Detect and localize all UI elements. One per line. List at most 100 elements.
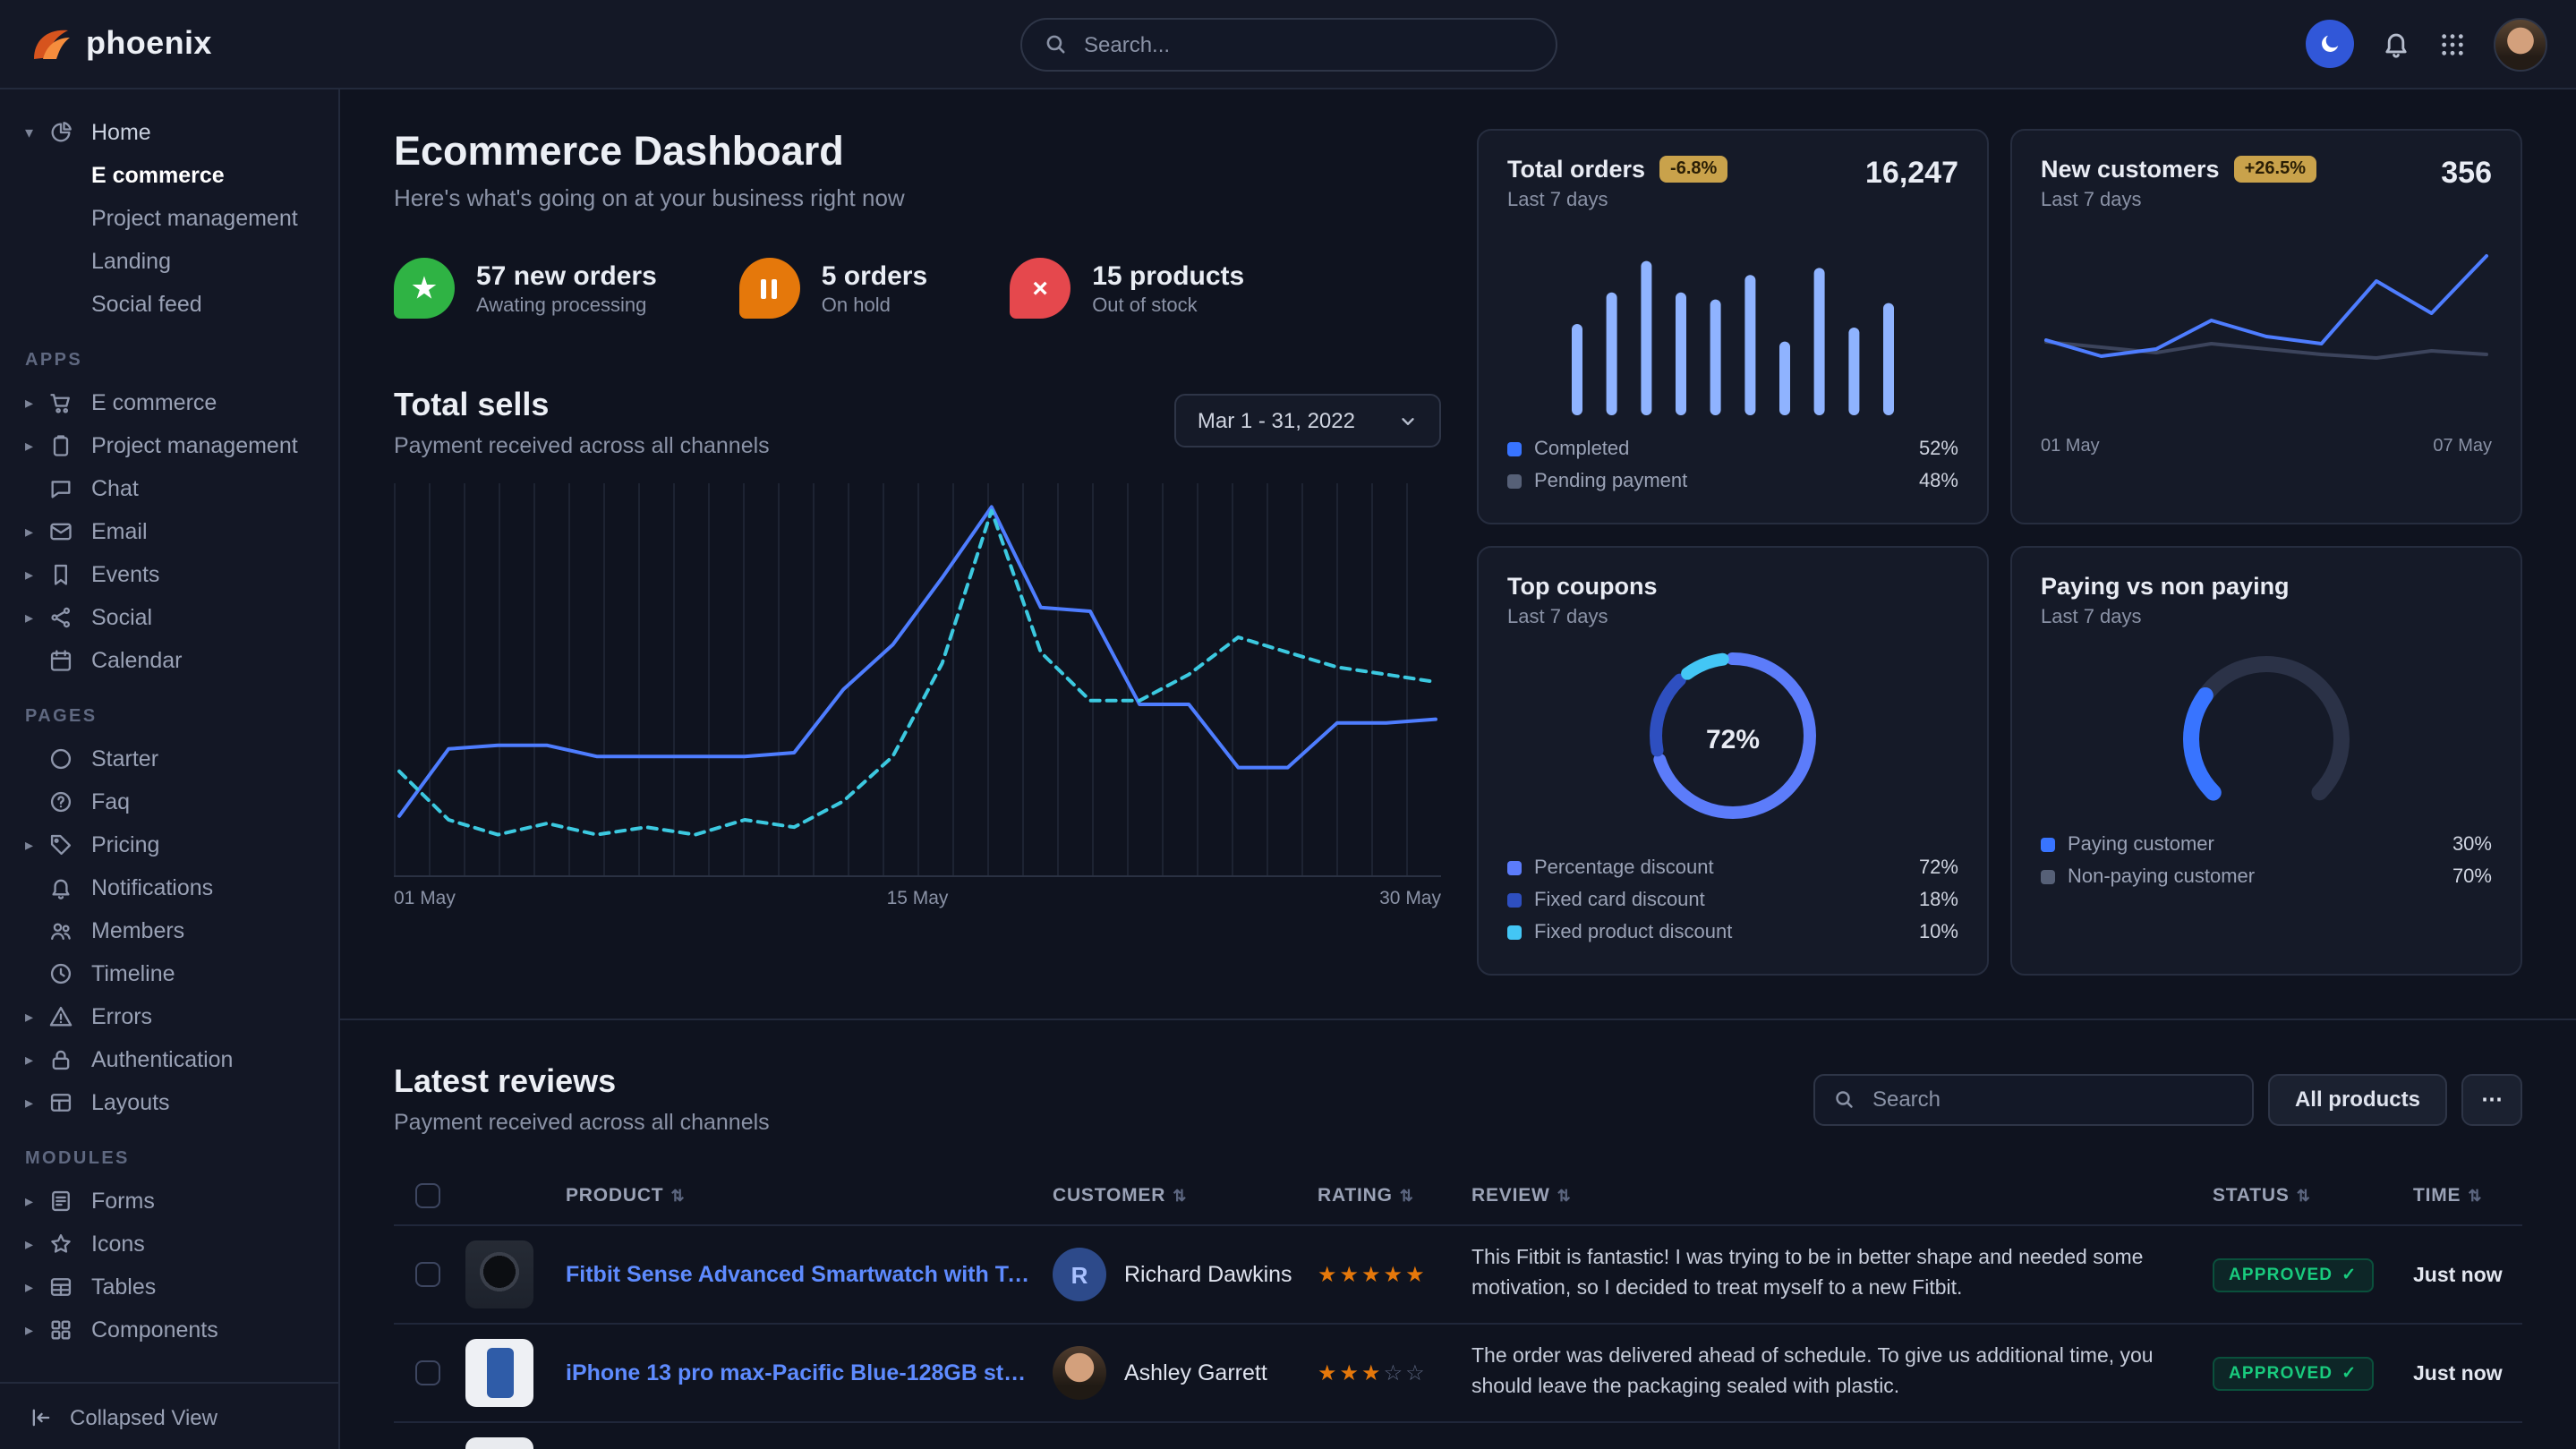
column-header-review[interactable]: REVIEW⇅ <box>1461 1167 2202 1225</box>
status-badge: APPROVED✓ <box>2213 1357 2373 1391</box>
row-checkbox-2[interactable] <box>415 1360 440 1385</box>
chat-icon <box>47 474 75 503</box>
top-coupons-legend-item: Fixed card discount18% <box>1507 884 1958 916</box>
cart-icon <box>47 388 75 417</box>
sidebar-item-project-management[interactable]: ▸Project management <box>0 424 338 467</box>
sidebar-subitem-label: Landing <box>91 249 171 274</box>
sidebar-item-icons[interactable]: ▸Icons <box>0 1223 338 1266</box>
legend-swatch <box>1507 861 1522 875</box>
sidebar-item-notifications[interactable]: Notifications <box>0 866 338 909</box>
reviews-search-input[interactable] <box>1869 1085 2234 1113</box>
product-image-cell <box>455 1225 555 1324</box>
moon-icon <box>2318 32 2341 55</box>
all-products-button[interactable]: All products <box>2268 1073 2447 1125</box>
sidebar-item-layouts[interactable]: ▸Layouts <box>0 1081 338 1124</box>
stat-text: 15 productsOut of stock <box>1092 260 1244 316</box>
caret-right-icon: ▸ <box>25 1234 47 1254</box>
column-header-time[interactable]: TIME⇅ <box>2402 1167 2522 1225</box>
sidebar-item-components[interactable]: ▸ Components <box>0 1308 338 1351</box>
notifications-button[interactable] <box>2381 29 2411 59</box>
sidebar-subitem-project-management[interactable]: Project management <box>0 197 338 240</box>
caret-right-icon: ▸ <box>25 1320 47 1340</box>
status-badge: APPROVED✓ <box>2213 1258 2373 1292</box>
legend-value: 48% <box>1919 471 1958 492</box>
topbar-actions <box>2306 17 2547 71</box>
sidebar-item-tables[interactable]: ▸Tables <box>0 1266 338 1308</box>
search-input[interactable] <box>1080 30 1533 58</box>
product-link[interactable]: Fitbit Sense Advanced Smartwatch with To… <box>566 1262 1031 1287</box>
global-search[interactable] <box>1019 17 1557 71</box>
sidebar-item-email[interactable]: ▸Email <box>0 510 338 553</box>
sidebar-item-timeline[interactable]: Timeline <box>0 952 338 995</box>
sidebar-subitem-label: Social feed <box>91 292 202 317</box>
total-orders-period: Last 7 days <box>1507 190 1727 211</box>
sidebar-subitem-landing[interactable]: Landing <box>0 240 338 283</box>
search-icon <box>1043 32 1066 55</box>
brand-name: phoenix <box>86 25 212 63</box>
time-cell: Just now <box>2402 1225 2522 1324</box>
user-avatar[interactable] <box>2494 17 2547 71</box>
sidebar-item-members[interactable]: Members <box>0 909 338 952</box>
page-title: Ecommerce Dashboard <box>394 129 1441 175</box>
select-all-cell <box>394 1167 455 1225</box>
star-rating: ★★★★★ <box>1318 1262 1428 1287</box>
topbar: phoenix <box>0 0 2576 89</box>
review-cell <box>1461 1422 2202 1449</box>
sidebar-item-home[interactable]: ▾Home <box>0 111 338 154</box>
sidebar-item-events[interactable]: ▸Events <box>0 553 338 596</box>
date-range-select[interactable]: Mar 1 - 31, 2022 <box>1174 394 1441 447</box>
sidebar-subitem-social-feed[interactable]: Social feed <box>0 283 338 326</box>
sidebar-item-errors[interactable]: ▸Errors <box>0 995 338 1038</box>
sidebar-item-pricing[interactable]: ▸Pricing <box>0 823 338 866</box>
time-cell: Just now <box>2402 1324 2522 1422</box>
sidebar-item-chat[interactable]: Chat <box>0 467 338 510</box>
collapsed-view-toggle[interactable]: Collapsed View <box>0 1382 338 1449</box>
sidebar-item-authentication[interactable]: ▸Authentication <box>0 1038 338 1081</box>
bell-icon <box>47 874 75 902</box>
reviews-search[interactable] <box>1813 1073 2254 1125</box>
sidebar-item-starter[interactable]: Starter <box>0 737 338 780</box>
dashboard-top: Ecommerce Dashboard Here's what's going … <box>340 89 2576 1019</box>
new-customers-x-axis: 01 May07 May <box>2041 437 2492 456</box>
share-icon <box>47 603 75 632</box>
select-all-checkbox[interactable] <box>415 1183 440 1208</box>
stars-filled: ★★★★★ <box>1318 1262 1428 1287</box>
total-orders-value: 16,247 <box>1865 156 1958 192</box>
more-options-button[interactable]: ⋯ <box>2461 1073 2522 1125</box>
customer-cell: RRichard Dawkins <box>1042 1225 1307 1324</box>
column-header-status[interactable]: STATUS⇅ <box>2202 1167 2402 1225</box>
column-label: TIME <box>2413 1185 2461 1206</box>
total-orders-change-badge: -6.8% <box>1659 156 1727 183</box>
sidebar-item-calendar[interactable]: Calendar <box>0 639 338 682</box>
tag-icon <box>47 831 75 859</box>
total-sells-subtitle: Payment received across all channels <box>394 433 770 458</box>
apps-grid-button[interactable] <box>2438 30 2467 58</box>
top-coupons-title: Top coupons <box>1507 573 1658 600</box>
status-label: APPROVED <box>2229 1364 2333 1384</box>
column-header-customer[interactable]: CUSTOMER⇅ <box>1042 1167 1307 1225</box>
brand[interactable]: phoenix <box>29 22 212 65</box>
sidebar-subitem-label: E commerce <box>91 163 225 188</box>
legend-swatch <box>2041 870 2055 884</box>
sidebar-item-e-commerce[interactable]: ▸E commerce <box>0 381 338 424</box>
product-link[interactable]: iPhone 13 pro max-Pacific Blue-128GB sto… <box>566 1360 1031 1385</box>
sidebar-item-forms[interactable]: ▸Forms <box>0 1180 338 1223</box>
bookmark-icon <box>47 560 75 589</box>
sidebar-subitem-e-commerce[interactable]: E commerce <box>0 154 338 197</box>
caret-right-icon: ▸ <box>25 835 47 855</box>
total-orders-legend: Completed52%Pending payment48% <box>1507 433 1958 498</box>
sidebar-item-social[interactable]: ▸Social <box>0 596 338 639</box>
sidebar-item-label: Components <box>91 1317 218 1342</box>
sidebar-nav: ▾Home E commerce Project management Landing… <box>0 111 338 1351</box>
sidebar-item-faq[interactable]: Faq <box>0 780 338 823</box>
caret-right-icon: ▸ <box>25 1050 47 1070</box>
column-header-product[interactable]: PRODUCT⇅ <box>555 1167 1042 1225</box>
sidebar-subitem-label: Project management <box>91 206 298 231</box>
top-coupons-donut-chart: 72% <box>1640 643 1826 838</box>
theme-toggle-button[interactable] <box>2306 20 2354 68</box>
row-checkbox-1[interactable] <box>415 1262 440 1287</box>
column-header-rating[interactable]: RATING⇅ <box>1307 1167 1461 1225</box>
product-cell: iPhone 13 pro max-Pacific Blue-128GB sto… <box>555 1324 1042 1422</box>
stat-out-of-stock: ×15 productsOut of stock <box>1010 258 1244 319</box>
total-orders-title: Total orders <box>1507 156 1645 183</box>
